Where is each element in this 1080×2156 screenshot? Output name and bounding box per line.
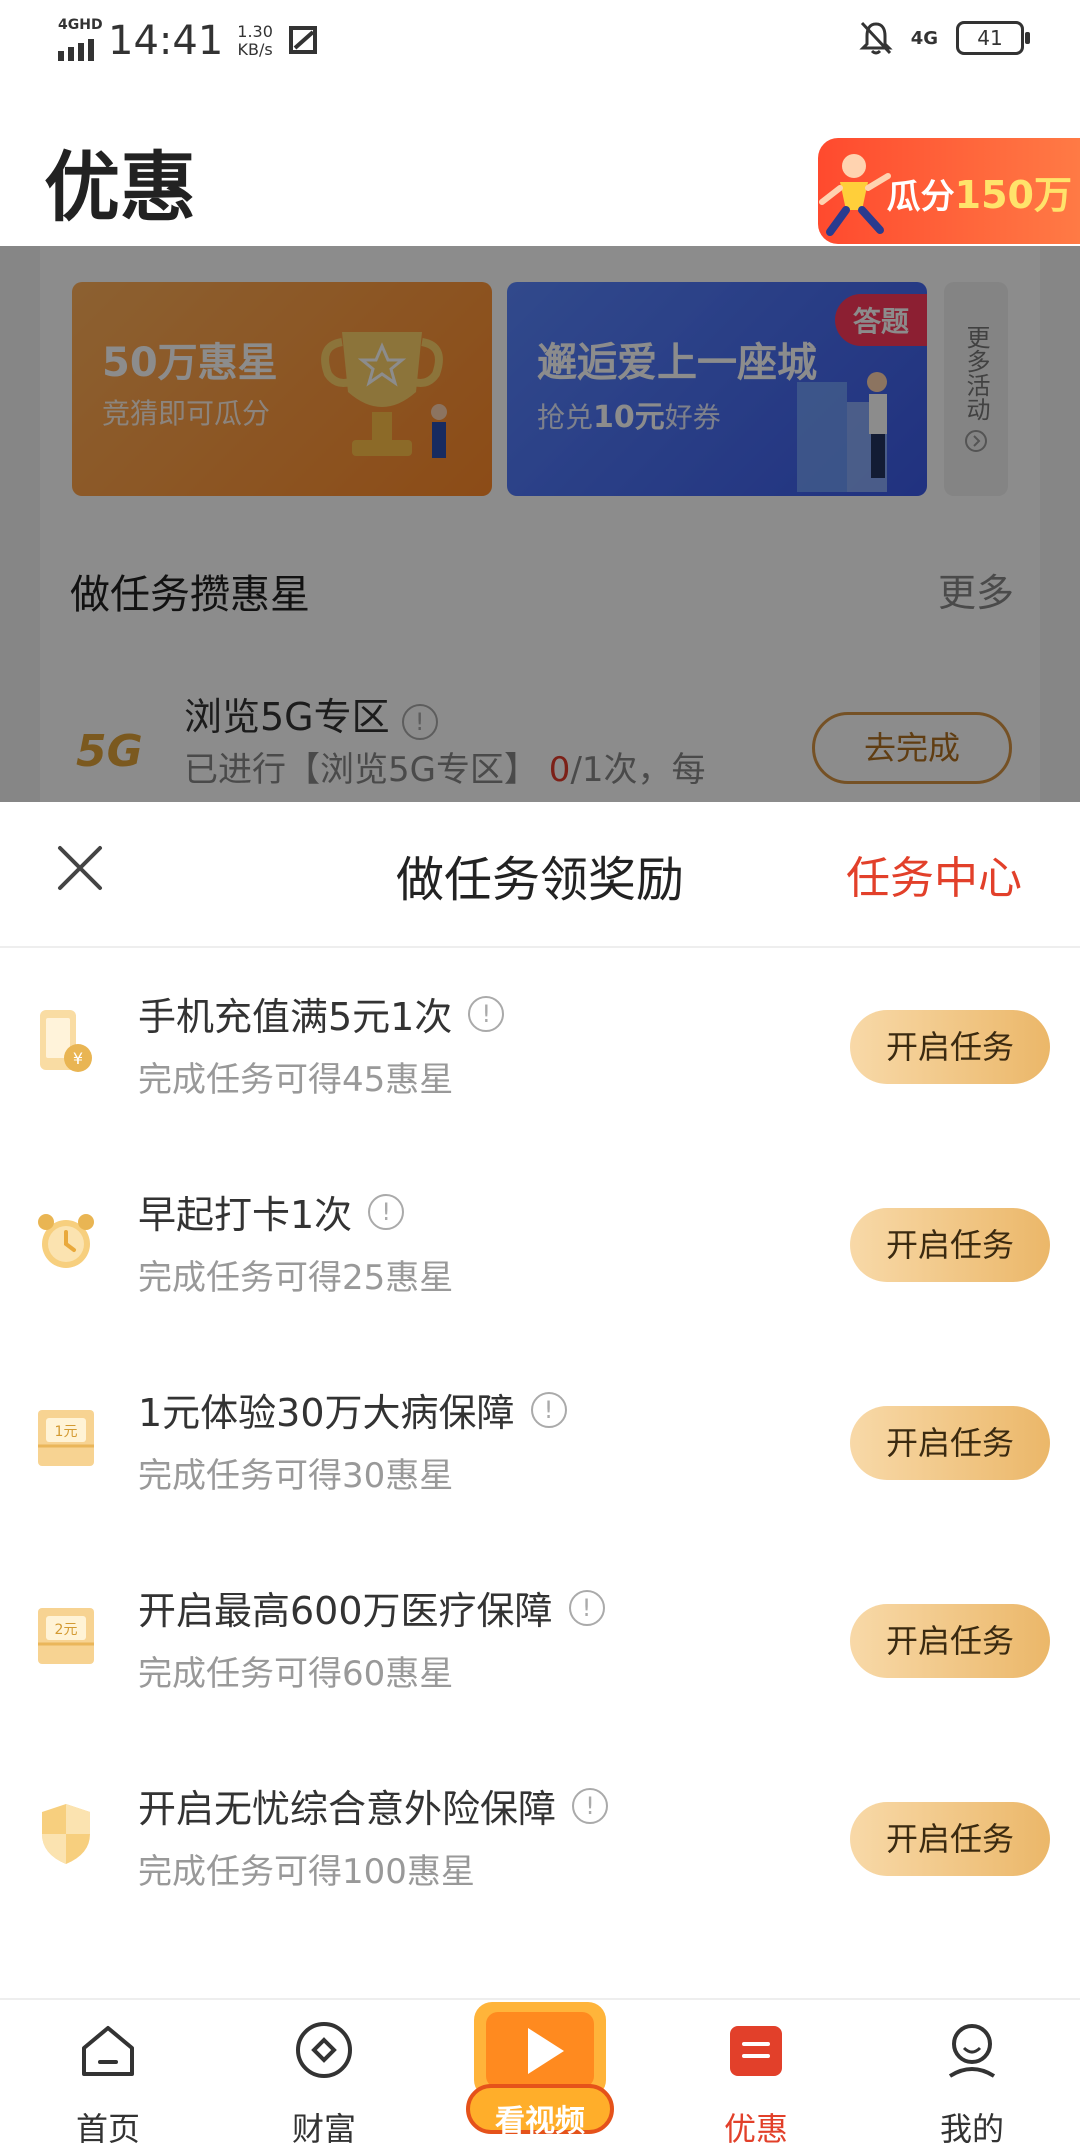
task-row: 早起打卡1次! 完成任务可得25惠星 开启任务 bbox=[0, 1144, 1080, 1342]
tab-label: 看视频 bbox=[495, 2104, 585, 2139]
task-name: 早起打卡1次! bbox=[138, 1184, 405, 1239]
speed-value: 1.30 bbox=[237, 22, 273, 41]
home-icon bbox=[82, 2026, 134, 2076]
start-task-button[interactable]: 开启任务 bbox=[850, 1208, 1050, 1282]
ticket-label: 2元 bbox=[55, 1622, 78, 1638]
wealth-icon bbox=[296, 2022, 352, 2078]
network-speed: 1.30 KB/s bbox=[237, 23, 273, 59]
task-row: 开启无忧综合意外险保障! 完成任务可得100惠星 开启任务 bbox=[0, 1738, 1080, 1936]
info-icon[interactable]: ! bbox=[572, 1787, 609, 1824]
tab-watch-video[interactable]: 看视频 bbox=[432, 2000, 648, 2156]
battery-level: 41 bbox=[977, 26, 1003, 50]
task-row: ¥ 手机充值满5元1次! 完成任务可得45惠星 开启任务 bbox=[0, 946, 1080, 1144]
task-name: 1元体验30万大病保障! bbox=[138, 1382, 567, 1437]
promo-text: 瓜分150万 bbox=[887, 164, 1072, 219]
task-row: 2元 开启最高600万医疗保障! 完成任务可得60惠星 开启任务 bbox=[0, 1540, 1080, 1738]
clock: 14:41 bbox=[108, 18, 224, 64]
task-row: 1元 1元体验30万大病保障! 完成任务可得30惠星 开启任务 bbox=[0, 1342, 1080, 1540]
network-right-label: 4G bbox=[910, 27, 938, 49]
task-name-text: 早起打卡1次 bbox=[138, 1193, 353, 1237]
speed-unit: KB/s bbox=[237, 40, 273, 59]
start-task-button[interactable]: 开启任务 bbox=[850, 1010, 1050, 1084]
info-icon[interactable]: ! bbox=[530, 1391, 567, 1428]
task-reward: 完成任务可得25惠星 bbox=[138, 1258, 454, 1298]
tab-discounts[interactable]: 优惠 bbox=[648, 2000, 864, 2156]
svg-text:¥: ¥ bbox=[73, 1049, 83, 1068]
task-reward: 完成任务可得45惠星 bbox=[138, 1060, 454, 1100]
tab-mine[interactable]: 我的 bbox=[864, 2000, 1080, 2156]
promo-banner[interactable]: 瓜分150万 bbox=[818, 138, 1080, 244]
start-task-button[interactable]: 开启任务 bbox=[850, 1802, 1050, 1876]
info-icon[interactable]: ! bbox=[468, 995, 505, 1032]
task-reward: 完成任务可得60惠星 bbox=[138, 1654, 454, 1694]
task-reward: 完成任务可得100惠星 bbox=[138, 1852, 475, 1892]
start-task-button[interactable]: 开启任务 bbox=[850, 1406, 1050, 1480]
ticket-label: 1元 bbox=[55, 1424, 78, 1440]
tab-home[interactable]: 首页 bbox=[0, 2000, 216, 2156]
coupon-icon bbox=[730, 2026, 782, 2076]
runner-figure-icon bbox=[819, 154, 891, 236]
tab-label: 我的 bbox=[939, 2110, 1004, 2148]
network-label: 4GHD bbox=[58, 17, 103, 33]
task-name-text: 开启无忧综合意外险保障 bbox=[138, 1787, 557, 1831]
info-icon[interactable]: ! bbox=[568, 1589, 605, 1626]
task-reward: 完成任务可得30惠星 bbox=[138, 1456, 454, 1496]
task-reward-sheet: 做任务领奖励 任务中心 ¥ 手机充值满5元1次! 完成任务可得45惠星 开启任务… bbox=[0, 802, 1080, 1998]
page-title: 优惠 bbox=[44, 143, 196, 232]
task-name-text: 1元体验30万大病保障 bbox=[138, 1391, 515, 1435]
sheet-header: 做任务领奖励 任务中心 bbox=[0, 802, 1080, 948]
profile-icon bbox=[948, 2024, 996, 2078]
phone-topup-icon: ¥ bbox=[40, 1010, 92, 1072]
battery-icon: 41 bbox=[956, 21, 1030, 55]
start-task-button[interactable]: 开启任务 bbox=[850, 1604, 1050, 1678]
task-name-text: 手机充值满5元1次 bbox=[138, 995, 453, 1039]
shield-icon bbox=[42, 1804, 90, 1864]
signal-icon: 4GHD bbox=[58, 17, 103, 61]
tab-label: 优惠 bbox=[723, 2110, 788, 2148]
two-yuan-ticket-icon: 2元 bbox=[38, 1608, 94, 1664]
page-header: 优惠 瓜分150万 bbox=[0, 86, 1080, 246]
screenshot-app-icon bbox=[288, 26, 317, 54]
task-name: 开启无忧综合意外险保障! bbox=[138, 1778, 609, 1833]
task-name-text: 开启最高600万医疗保障 bbox=[138, 1589, 553, 1633]
one-yuan-ticket-icon: 1元 bbox=[38, 1410, 94, 1466]
tab-label: 首页 bbox=[75, 2110, 140, 2148]
status-bar: 4GHD 14:41 1.30 KB/s 4G 41 bbox=[0, 0, 1080, 86]
tab-wealth[interactable]: 财富 bbox=[216, 2000, 432, 2156]
alarm-clock-icon bbox=[38, 1214, 94, 1268]
bottom-tab-bar: 首页 财富 看视频 优惠 我的 bbox=[0, 1998, 1080, 2156]
info-icon[interactable]: ! bbox=[368, 1193, 405, 1230]
task-center-link[interactable]: 任务中心 bbox=[846, 842, 1022, 906]
task-name: 开启最高600万医疗保障! bbox=[138, 1580, 605, 1635]
dim-overlay[interactable] bbox=[0, 246, 1080, 802]
mute-bell-icon bbox=[859, 21, 893, 55]
promo-amount: 150万 bbox=[954, 172, 1072, 217]
task-name: 手机充值满5元1次! bbox=[138, 986, 505, 1041]
tab-label: 财富 bbox=[291, 2110, 356, 2148]
